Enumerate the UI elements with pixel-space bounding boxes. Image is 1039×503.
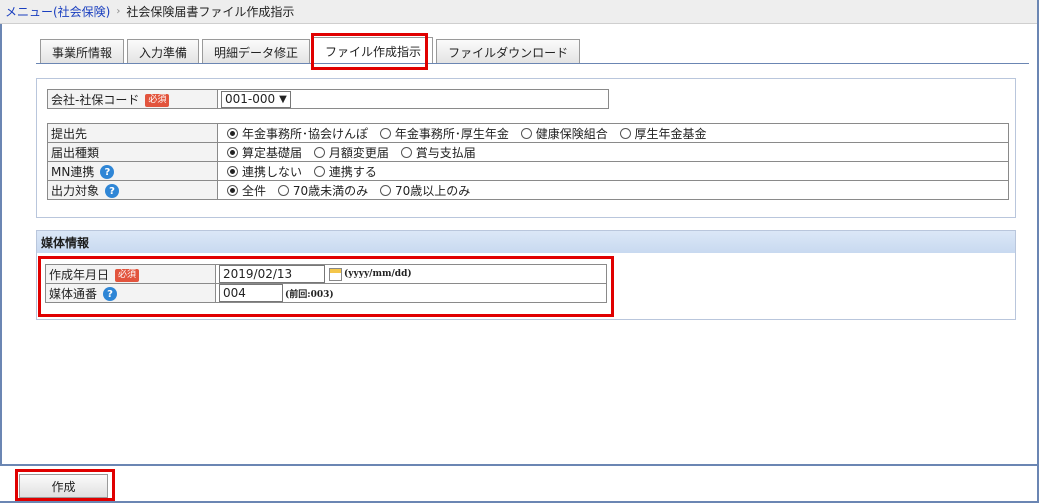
- radio-submit-pension-welfare[interactable]: [379, 127, 391, 139]
- radio-label: 算定基礎届: [242, 145, 303, 160]
- radio-label: 70歳以上のみ: [394, 183, 471, 198]
- media-info-header: 媒体情報: [37, 231, 1015, 253]
- radio-label: 年金事務所･厚生年金: [394, 126, 509, 141]
- radio-mn-link[interactable]: [313, 165, 325, 177]
- radio-report-bonus[interactable]: [400, 146, 412, 158]
- tab-input-prep[interactable]: 入力準備: [127, 39, 200, 64]
- radio-submit-health-union[interactable]: [520, 127, 532, 139]
- tab-file-create[interactable]: ファイル作成指示: [313, 37, 434, 64]
- previous-serial-hint: (前回:003): [285, 289, 334, 300]
- creation-date-value-cell: 2019/02/13 (yyyy/mm/dd): [215, 264, 607, 284]
- radio-mn-no-link[interactable]: [227, 165, 238, 177]
- radio-submit-pension-kyokai[interactable]: [227, 127, 238, 139]
- company-code-value-cell: 001-000 ▼: [217, 89, 609, 109]
- radio-submit-pension-fund[interactable]: [619, 127, 631, 139]
- breadcrumb-separator-icon: ›: [116, 6, 121, 17]
- report-type-options: 算定基礎届 月額変更届 賞与支払届: [217, 142, 1009, 162]
- radio-report-base[interactable]: [227, 146, 238, 158]
- radio-label: 健康保険組合: [535, 126, 608, 141]
- radio-output-over-70[interactable]: [379, 184, 391, 196]
- radio-label: 賞与支払届: [415, 145, 476, 160]
- mn-link-options: 連携しない 連携する: [217, 161, 1009, 181]
- tab-underline: [36, 63, 1029, 64]
- breadcrumb-menu-link[interactable]: メニュー(社会保険): [5, 3, 110, 20]
- media-serial-label-cell: 媒体通番?: [45, 283, 216, 303]
- creation-date-input[interactable]: 2019/02/13: [219, 265, 325, 283]
- tab-bar: 事業所情報 入力準備 明細データ修正 ファイル作成指示 ファイルダウンロード: [40, 37, 583, 64]
- radio-label: 連携しない: [242, 164, 303, 179]
- tab-detail-edit[interactable]: 明細データ修正: [202, 39, 311, 64]
- company-code-label-cell: 会社-社保コード 必須: [47, 89, 218, 109]
- tab-office-info[interactable]: 事業所情報: [40, 39, 125, 64]
- tab-file-download[interactable]: ファイルダウンロード: [436, 39, 581, 64]
- company-table: 会社-社保コード 必須 001-000 ▼: [47, 89, 609, 109]
- breadcrumb: メニュー(社会保険) › 社会保険届書ファイル作成指示: [0, 0, 1037, 24]
- date-format-hint: (yyyy/mm/dd): [344, 269, 412, 279]
- mn-link-label: MN連携: [51, 164, 95, 179]
- media-info-table: 作成年月日 必須 2019/02/13 (yyyy/mm/dd) 媒体通番? 004…: [45, 264, 607, 303]
- media-serial-label: 媒体通番: [49, 286, 98, 301]
- media-serial-input[interactable]: 004: [219, 284, 283, 302]
- radio-output-all[interactable]: [227, 184, 238, 196]
- breadcrumb-current: 社会保険届書ファイル作成指示: [126, 5, 295, 19]
- radio-output-under-70[interactable]: [277, 184, 289, 196]
- mn-link-label-cell: MN連携?: [47, 161, 218, 181]
- output-target-options: 全件 70歳未満のみ 70歳以上のみ: [217, 180, 1009, 200]
- media-info-panel: 媒体情報 作成年月日 必須 2019/02/13 (yyyy/mm/dd) 媒体通番…: [36, 230, 1016, 320]
- company-code-select[interactable]: 001-000 ▼: [221, 90, 291, 108]
- create-button[interactable]: 作成: [19, 474, 108, 498]
- creation-date-label: 作成年月日: [49, 267, 110, 282]
- report-type-label-cell: 届出種類: [47, 142, 218, 162]
- radio-label: 連携する: [328, 164, 377, 179]
- radio-label: 厚生年金基金: [634, 126, 707, 141]
- report-type-label: 届出種類: [51, 145, 100, 160]
- help-icon[interactable]: ?: [100, 165, 115, 179]
- output-target-label: 出力対象: [51, 183, 100, 198]
- radio-label: 年金事務所･協会けんぽ: [242, 126, 369, 141]
- required-badge: 必須: [115, 268, 140, 282]
- chevron-down-icon: ▼: [279, 93, 287, 105]
- radio-label: 70歳未満のみ: [292, 183, 369, 198]
- submit-to-label-cell: 提出先: [47, 123, 218, 143]
- required-badge: 必須: [145, 93, 170, 107]
- submit-to-options: 年金事務所･協会けんぽ 年金事務所･厚生年金 健康保険組合 厚生年金基金: [217, 123, 1009, 143]
- radio-label: 全件: [242, 183, 267, 198]
- help-icon[interactable]: ?: [105, 184, 120, 198]
- company-code-label: 会社-社保コード: [51, 92, 140, 107]
- radio-label: 月額変更届: [328, 145, 389, 160]
- options-table: 提出先 年金事務所･協会けんぽ 年金事務所･厚生年金 健康保険組合 厚生年金基金…: [47, 123, 1009, 200]
- footer-bar: 作成: [0, 464, 1037, 501]
- creation-date-label-cell: 作成年月日 必須: [45, 264, 216, 284]
- submit-to-label: 提出先: [51, 126, 88, 141]
- output-target-label-cell: 出力対象?: [47, 180, 218, 200]
- radio-report-monthly-change[interactable]: [313, 146, 325, 158]
- media-serial-value-cell: 004 (前回:003): [215, 283, 607, 303]
- company-code-value: 001-000: [225, 92, 276, 106]
- calendar-icon[interactable]: [329, 267, 342, 281]
- settings-panel: 会社-社保コード 必須 001-000 ▼ 提出先 年金事務所･協会けんぽ 年金事…: [36, 78, 1016, 218]
- help-icon[interactable]: ?: [103, 287, 118, 301]
